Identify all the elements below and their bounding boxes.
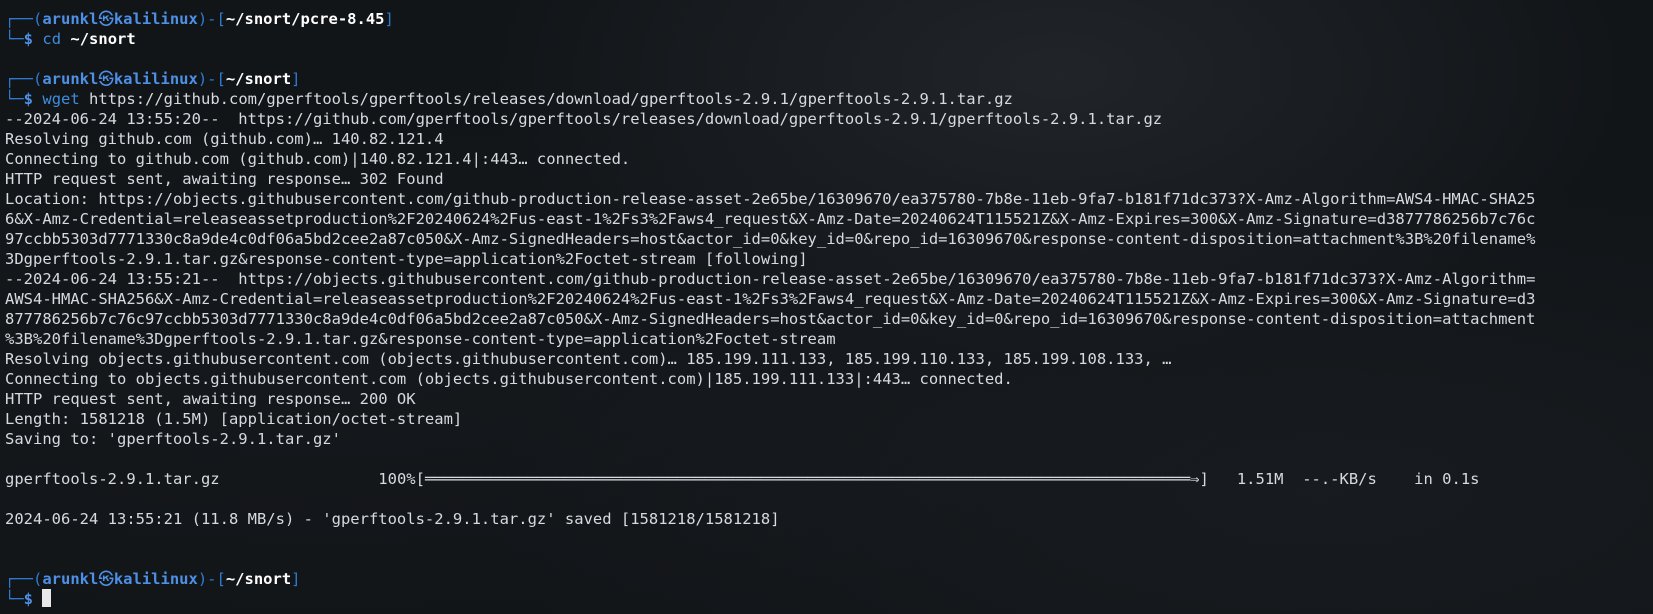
output-line: --2024-06-24 13:55:21-- https://objects.…: [5, 270, 1536, 288]
prompt-host: kalilinux: [113, 570, 198, 588]
prompt-at-symbol: ㉿: [98, 570, 114, 588]
output-line: Resolving objects.githubusercontent.com …: [5, 350, 1172, 368]
command-name: cd: [42, 30, 62, 48]
prompt-dollar: $: [23, 590, 34, 608]
text-cursor[interactable]: [42, 589, 52, 607]
terminal-window[interactable]: ┌──(arunkl㉿kalilinux)-[~/snort/pcre-8.45…: [5, 9, 1650, 609]
saved-line: 2024-06-24 13:55:21 (11.8 MB/s) - 'gperf…: [5, 510, 780, 528]
progress-time: in 0.1s: [1414, 470, 1480, 488]
prompt-header-line: ┌──(arunkl㉿kalilinux)-[~/snort]: [5, 69, 1650, 89]
output-line: 3Dgperftools-2.9.1.tar.gz&response-conte…: [5, 250, 808, 268]
progress-bar-end: ]: [1199, 470, 1209, 488]
prompt-bracket: ]: [291, 70, 301, 88]
prompt-dollar: $: [23, 30, 34, 48]
prompt-user: arunkl: [42, 10, 99, 28]
prompt-bracket: ┌──(: [5, 70, 43, 88]
output-line: %3B%20filename%3Dgperftools-2.9.1.tar.gz…: [5, 330, 836, 348]
progress-bar: ════════════════════════════════════════…: [424, 470, 1200, 488]
command-argument: https://github.com/gperftools/gperftools…: [89, 90, 1013, 108]
prompt-bracket: ]: [291, 570, 301, 588]
output-line: 877786256b7c76c97ccbb5303d7771330c8a9de4…: [5, 310, 1536, 328]
output-line: HTTP request sent, awaiting response… 20…: [5, 390, 416, 408]
progress-rate: --.-KB/s: [1302, 470, 1377, 488]
prompt-bracket: ┌──(: [5, 10, 43, 28]
prompt-at-symbol: ㉿: [98, 10, 114, 28]
prompt-bracket: ┌──(: [5, 570, 43, 588]
prompt-corner: └─: [5, 30, 24, 48]
command-name: wget: [42, 90, 80, 108]
output-line: AWS4-HMAC-SHA256&X-Amz-Credential=releas…: [5, 290, 1536, 308]
output-line: 6&X-Amz-Credential=releaseassetproductio…: [5, 210, 1536, 228]
progress-filename: gperftools-2.9.1.tar.gz: [5, 470, 220, 488]
prompt-corner: └─: [5, 90, 24, 108]
command-line: └─$ wget https://github.com/gperftools/g…: [5, 89, 1650, 109]
prompt-path: ~/snort: [225, 70, 292, 88]
prompt-bracket: ]: [384, 10, 394, 28]
prompt-user: arunkl: [42, 570, 99, 588]
output-line: Length: 1581218 (1.5M) [application/octe…: [5, 410, 463, 428]
prompt-host: kalilinux: [113, 10, 198, 28]
command-argument: ~/snort: [70, 30, 136, 48]
prompt-bracket: )-[: [197, 10, 226, 28]
output-line: HTTP request sent, awaiting response… 30…: [5, 170, 444, 188]
prompt-path: ~/snort/pcre-8.45: [225, 10, 385, 28]
prompt-path: ~/snort: [225, 570, 292, 588]
output-line: Location: https://objects.githubusercont…: [5, 190, 1536, 208]
prompt-corner: └─: [5, 590, 24, 608]
output-line: --2024-06-24 13:55:20-- https://github.c…: [5, 110, 1163, 128]
prompt-header-line: ┌──(arunkl㉿kalilinux)-[~/snort]: [5, 569, 1650, 589]
output-line: Saving to: 'gperftools-2.9.1.tar.gz': [5, 430, 341, 448]
output-line: 97ccbb5303d7771330c8a9de4c0df06a5bd2cee2…: [5, 230, 1536, 248]
prompt-dollar: $: [23, 90, 34, 108]
progress-size: 1.51M: [1236, 470, 1284, 488]
prompt-at-symbol: ㉿: [98, 70, 114, 88]
output-line: Connecting to github.com (github.com)|14…: [5, 150, 631, 168]
prompt-bracket: )-[: [197, 70, 226, 88]
prompt-bracket: )-[: [197, 570, 226, 588]
prompt-header-line: ┌──(arunkl㉿kalilinux)-[~/snort/pcre-8.45…: [5, 9, 1650, 29]
command-line: └─$ cd ~/snort: [5, 29, 1650, 49]
output-line: Connecting to objects.githubusercontent.…: [5, 370, 1013, 388]
command-line[interactable]: └─$: [5, 589, 1650, 609]
prompt-host: kalilinux: [113, 70, 198, 88]
prompt-user: arunkl: [42, 70, 99, 88]
output-line: Resolving github.com (github.com)… 140.8…: [5, 130, 444, 148]
download-progress-line: gperftools-2.9.1.tar.gz 100%[═══════════…: [5, 469, 1650, 489]
progress-percent: 100%[: [378, 470, 425, 488]
